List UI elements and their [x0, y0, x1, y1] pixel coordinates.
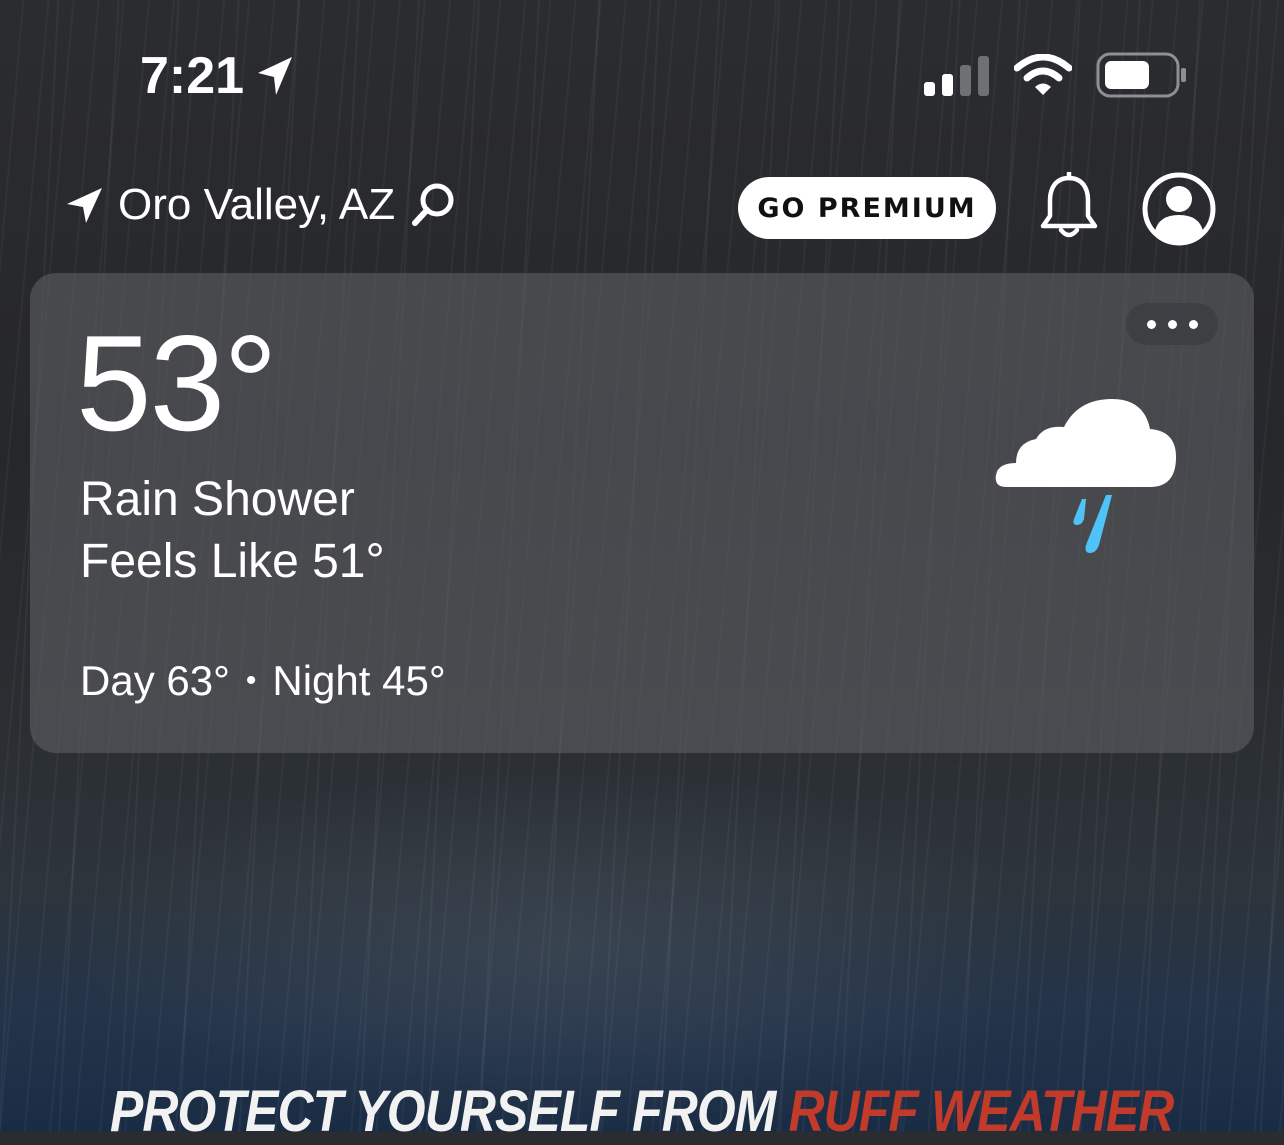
feels-like-text: Feels Like 51°	[80, 535, 385, 588]
account-button[interactable]	[1141, 171, 1217, 252]
status-bar-time: 7:21	[140, 46, 294, 106]
bell-icon	[1040, 170, 1098, 238]
search-icon[interactable]	[409, 181, 457, 229]
status-time-text: 7:21	[140, 47, 245, 105]
current-temperature: 53°	[76, 307, 278, 459]
battery-icon	[1096, 52, 1186, 98]
status-bar-indicators	[924, 52, 1188, 98]
separator-dot: •	[245, 664, 257, 697]
more-dot	[1146, 319, 1156, 329]
wifi-icon	[1014, 54, 1072, 95]
promo-banner-text: PROTECT YOURSELF FROM	[109, 1079, 789, 1144]
day-temperature: Day 63°	[80, 657, 230, 704]
notifications-button[interactable]	[1038, 170, 1100, 247]
day-night-temps: Day 63° • Night 45°	[80, 657, 446, 705]
location-selector[interactable]: Oro Valley, AZ	[64, 180, 457, 230]
promo-banner-highlight: RUFF WEATHER	[788, 1079, 1174, 1144]
condition-text: Rain Shower	[80, 473, 355, 526]
location-arrow-icon	[67, 188, 102, 223]
more-dot	[1188, 319, 1198, 329]
more-options-button[interactable]	[1126, 303, 1218, 345]
location-name[interactable]: Oro Valley, AZ	[118, 180, 395, 230]
current-conditions-card[interactable]: 53° Rain Shower Feels Like 51° Day 63° •…	[30, 273, 1254, 753]
go-premium-button[interactable]: GO PREMIUM	[738, 177, 996, 239]
location-services-icon	[258, 57, 293, 95]
night-temperature: Night 45°	[272, 657, 446, 704]
more-dot	[1167, 319, 1177, 329]
cellular-signal-icon	[924, 56, 989, 96]
promo-banner[interactable]: PROTECT YOURSELF FROM RUFF WEATHER	[90, 1078, 1194, 1144]
rain-shower-icon	[995, 399, 1176, 553]
profile-icon	[1142, 172, 1216, 246]
